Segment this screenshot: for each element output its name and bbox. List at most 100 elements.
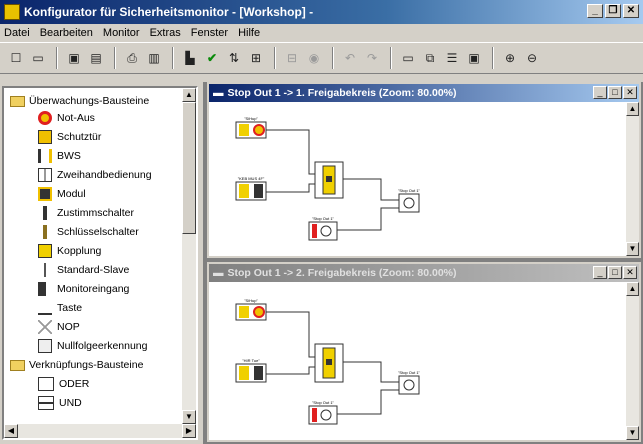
zero-sequence-icon xyxy=(38,339,52,353)
menu-hilfe[interactable]: Hilfe xyxy=(238,27,260,39)
close-button[interactable]: ✕ xyxy=(623,86,637,99)
window-title: Konfigurator für Sicherheitsmonitor - [W… xyxy=(24,5,314,19)
tree-item-zustimm[interactable]: Zustimmschalter xyxy=(38,204,134,222)
tile-icon[interactable]: ⧉ xyxy=(420,48,440,68)
scroll-down-icon[interactable]: ▼ xyxy=(626,242,639,256)
scroll-left-icon[interactable]: ◀ xyxy=(4,424,18,438)
slave-icon xyxy=(44,263,52,277)
disabled-icon-2[interactable]: ◉ xyxy=(304,48,324,68)
check-icon[interactable]: ✔ xyxy=(202,48,222,68)
minimize-button[interactable]: _ xyxy=(593,266,607,279)
component-icon[interactable]: ▙ xyxy=(180,48,200,68)
tree-item-schutztuer[interactable]: Schutztür xyxy=(38,128,101,146)
door-icon xyxy=(38,130,52,144)
tree-item-monitoreingang[interactable]: Monitoreingang xyxy=(38,280,129,298)
enabling-switch-icon xyxy=(38,206,52,220)
menu-monitor[interactable]: Monitor xyxy=(103,27,140,39)
save-icon[interactable]: ▣ xyxy=(64,48,84,68)
tree-item-oder[interactable]: ODER xyxy=(38,375,89,393)
tree-item-zweihand[interactable]: Zweihandbedienung xyxy=(38,166,152,184)
transfer-icon[interactable]: ⇅ xyxy=(224,48,244,68)
grid-icon[interactable]: ⊞ xyxy=(246,48,266,68)
scroll-up-icon[interactable]: ▲ xyxy=(182,88,196,102)
zoom-in-icon[interactable]: ⊕ xyxy=(500,48,520,68)
scroll-right-icon[interactable]: ▶ xyxy=(182,424,196,438)
toolbar: ☐ ▭ ▣ ▤ ⎙ ▥ ▙ ✔ ⇅ ⊞ ⊟ ◉ ↶ ↷ ▭ ⧉ ☰ ▣ ⊕ ⊖ xyxy=(0,42,643,74)
mdi-area: ▬ Stop Out 1 -> 1. Freigabekreis (Zoom: 8… xyxy=(203,82,643,444)
save-all-icon[interactable]: ▤ xyxy=(86,48,106,68)
arrange-icon[interactable]: ▣ xyxy=(464,48,484,68)
block-label-1: "SiHup" xyxy=(244,116,258,121)
window-icon[interactable]: ▭ xyxy=(398,48,418,68)
tree-group-monitoring[interactable]: Überwachungs-Bausteine xyxy=(10,92,149,110)
and-gate-icon xyxy=(38,396,54,410)
tree-item-nop[interactable]: NOP xyxy=(38,318,80,336)
tree-item-kopplung[interactable]: Kopplung xyxy=(38,242,101,260)
tree-item-bws[interactable]: BWS xyxy=(38,147,81,165)
monitor-input-icon xyxy=(38,282,46,296)
tree-item-nullfolge[interactable]: Nullfolgeerkennung xyxy=(38,337,147,355)
minimize-button[interactable]: _ xyxy=(587,4,603,18)
menu-extras[interactable]: Extras xyxy=(150,27,181,39)
tree-item-und[interactable]: UND xyxy=(38,394,82,412)
window-1-scrollbar[interactable]: ▲ ▼ xyxy=(626,102,639,256)
menu-bar: Datei Bearbeiten Monitor Extras Fenster … xyxy=(0,24,643,41)
block-label-1: "SiHup" xyxy=(244,298,258,303)
block-label-2: "HIR Tue" xyxy=(242,358,260,363)
title-bar: Konfigurator für Sicherheitsmonitor - [W… xyxy=(0,0,643,24)
module-icon xyxy=(38,187,52,201)
block-label-4: "Stop Out 1" xyxy=(312,216,335,221)
light-curtain-icon xyxy=(38,149,52,163)
scroll-thumb[interactable] xyxy=(182,102,196,234)
block-label-3: "Stop Out 1" xyxy=(398,188,421,193)
diagram-window-2: ▬ Stop Out 1 -> 2. Freigabekreis (Zoom: 8… xyxy=(207,262,641,442)
restore-button[interactable]: ❐ xyxy=(605,4,621,18)
open-icon[interactable]: ▭ xyxy=(28,48,48,68)
window-2-title[interactable]: ▬ Stop Out 1 -> 2. Freigabekreis (Zoom: 8… xyxy=(209,264,639,282)
key-switch-icon xyxy=(38,225,52,239)
tree-group-logic[interactable]: Verknüpfungs-Bausteine xyxy=(10,356,143,374)
zoom-out-icon[interactable]: ⊖ xyxy=(522,48,542,68)
menu-bearbeiten[interactable]: Bearbeiten xyxy=(40,27,93,39)
block-label-2: "KEB MUS 4F" xyxy=(238,176,265,181)
component-tree: Überwachungs-Bausteine Not-Aus Schutztür… xyxy=(2,86,198,440)
minimize-button[interactable]: _ xyxy=(593,86,607,99)
diagram-canvas-1[interactable]: "SiHup" "KEB MUS 4F" "Stop Out 1" "Stop … xyxy=(209,102,629,256)
tree-vertical-scrollbar[interactable]: ▲ ▼ xyxy=(182,88,196,424)
button-icon xyxy=(38,301,52,315)
tree-item-standard-slave[interactable]: Standard-Slave xyxy=(38,261,129,279)
app-icon xyxy=(4,4,20,20)
nop-icon xyxy=(38,320,52,334)
menu-fenster[interactable]: Fenster xyxy=(191,27,228,39)
block-label-3: "Stop Out 1" xyxy=(398,370,421,375)
tree-horizontal-scrollbar[interactable]: ◀ ▶ xyxy=(4,424,196,438)
new-icon[interactable]: ☐ xyxy=(6,48,26,68)
menu-datei[interactable]: Datei xyxy=(4,27,30,39)
scroll-down-icon[interactable]: ▼ xyxy=(626,426,639,440)
diagram-canvas-2[interactable]: "SiHup" "HIR Tue" "Stop Out 1" "Stop Out… xyxy=(209,282,629,440)
emergency-stop-icon xyxy=(38,111,52,125)
print-icon[interactable]: ⎙ xyxy=(122,48,142,68)
disabled-icon-1[interactable]: ⊟ xyxy=(282,48,302,68)
cascade-icon[interactable]: ☰ xyxy=(442,48,462,68)
redo-icon[interactable]: ↷ xyxy=(362,48,382,68)
folder-icon xyxy=(10,95,25,107)
tree-item-schluessel[interactable]: Schlüsselschalter xyxy=(38,223,139,241)
tree-item-taste[interactable]: Taste xyxy=(38,299,82,317)
tree-item-not-aus[interactable]: Not-Aus xyxy=(38,109,95,127)
window-1-title[interactable]: ▬ Stop Out 1 -> 1. Freigabekreis (Zoom: 8… xyxy=(209,84,639,102)
close-button[interactable]: ✕ xyxy=(623,266,637,279)
window-2-scrollbar[interactable]: ▲ ▼ xyxy=(626,282,639,440)
scroll-down-icon[interactable]: ▼ xyxy=(182,410,196,424)
tree-item-modul[interactable]: Modul xyxy=(38,185,86,203)
scroll-up-icon[interactable]: ▲ xyxy=(626,282,639,296)
folder-icon xyxy=(10,359,25,371)
scroll-up-icon[interactable]: ▲ xyxy=(626,102,639,116)
maximize-button[interactable]: □ xyxy=(608,266,622,279)
maximize-button[interactable]: □ xyxy=(608,86,622,99)
diagram-window-1: ▬ Stop Out 1 -> 1. Freigabekreis (Zoom: 8… xyxy=(207,82,641,258)
undo-icon[interactable]: ↶ xyxy=(340,48,360,68)
print-preview-icon[interactable]: ▥ xyxy=(144,48,164,68)
close-button[interactable]: ✕ xyxy=(623,4,639,18)
block-label-4: "Stop Out 1" xyxy=(312,400,335,405)
